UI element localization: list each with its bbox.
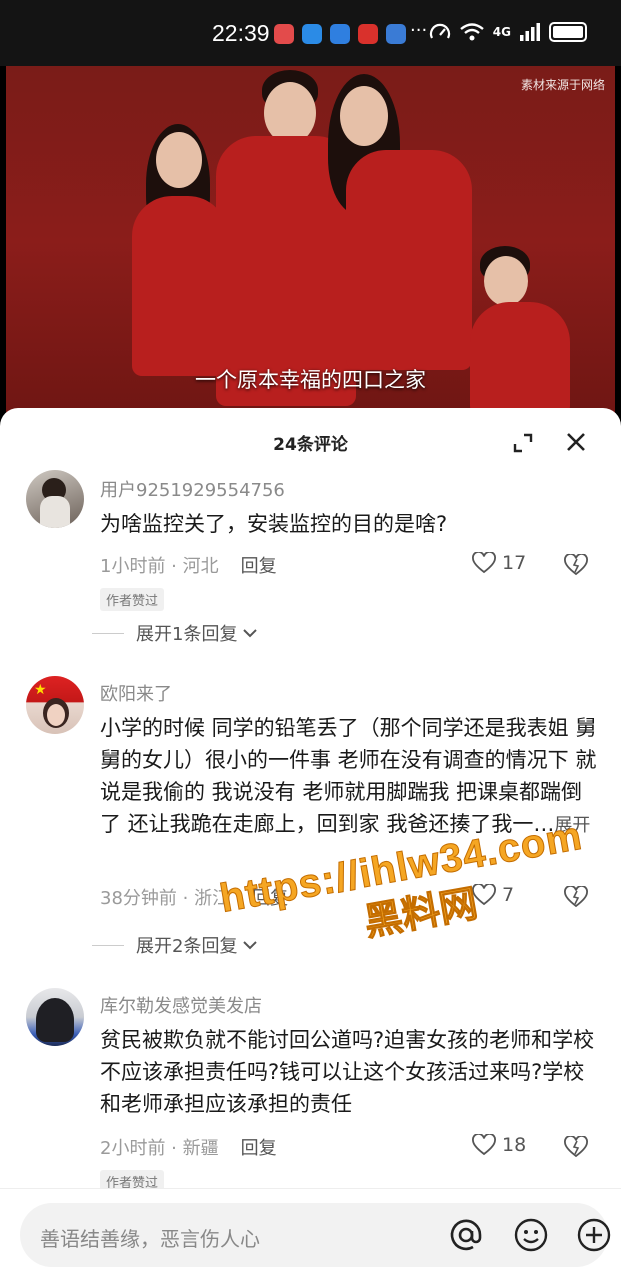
- boy-figure: [470, 302, 570, 416]
- comment-input[interactable]: 善语结善缘，恶言伤人心: [20, 1203, 611, 1267]
- comment-text[interactable]: 为啥监控关了，安装监控的目的是啥?: [100, 508, 600, 540]
- comment-meta: 1小时前 · 河北 回复: [100, 552, 277, 578]
- status-time: 22:39: [212, 20, 270, 46]
- dislike-icon[interactable]: [564, 554, 588, 576]
- status-indicators: 4G: [429, 22, 587, 42]
- plus-icon[interactable]: [576, 1217, 612, 1253]
- status-app-icons: [274, 24, 406, 44]
- girl-head: [156, 132, 202, 188]
- comment-time-location: 38分钟前 · 浙江: [100, 888, 231, 909]
- heart-icon: [472, 552, 496, 574]
- comment-time-location: 2小时前 · 新疆: [100, 1138, 219, 1159]
- star-icon: ★: [34, 682, 47, 698]
- like-button[interactable]: 17: [472, 552, 526, 574]
- video-player[interactable]: 素材来源于网络 一个原本幸福的四口之家: [6, 66, 615, 416]
- shield-app-icon: [330, 24, 350, 44]
- emoji-icon[interactable]: [513, 1217, 549, 1253]
- fullscreen-icon[interactable]: [512, 432, 534, 454]
- avatar[interactable]: [26, 470, 84, 528]
- more-notifications-icon: ···: [410, 20, 428, 41]
- comment-username[interactable]: 欧阳来了: [100, 680, 172, 706]
- message-app-icon: [302, 24, 322, 44]
- comment-input-placeholder: 善语结善缘，恶言伤人心: [40, 1227, 260, 1251]
- mention-icon[interactable]: [448, 1217, 484, 1253]
- comment-username[interactable]: 用户9251929554756: [100, 476, 285, 502]
- heart-icon: [472, 1134, 496, 1156]
- expand-replies-label: 展开2条回复: [136, 936, 238, 957]
- reply-button[interactable]: 回复: [241, 1138, 277, 1159]
- like-button[interactable]: 18: [472, 1134, 526, 1156]
- mother-head: [340, 86, 388, 146]
- author-liked-badge: 作者赞过: [100, 588, 165, 611]
- like-count: 18: [502, 1134, 527, 1156]
- father-head: [264, 82, 316, 144]
- comment-text-body: 小学的时候 同学的铅笔丢了（那个同学还是我表姐 舅舅的女儿）很小的一件事 老师在…: [100, 716, 597, 836]
- battery-icon: [549, 22, 587, 42]
- close-icon[interactable]: [564, 430, 588, 454]
- news-app-icon: [358, 24, 378, 44]
- chevron-down-icon: [243, 629, 258, 638]
- mother-figure: [346, 150, 472, 370]
- wifi-icon: [460, 23, 484, 41]
- expand-replies-label: 展开1条回复: [136, 624, 238, 645]
- browser-app-icon: [386, 24, 406, 44]
- comment-meta: 2小时前 · 新疆 回复: [100, 1134, 277, 1160]
- status-bar: 22:39 ··· 4G: [0, 0, 621, 66]
- girl-figure: [132, 196, 228, 376]
- speed-icon: [429, 23, 450, 39]
- comment-time-location: 1小时前 · 河北: [100, 556, 219, 577]
- network-type: 4G: [492, 25, 511, 39]
- comment-username[interactable]: 库尔勒发感觉美发店: [100, 992, 262, 1018]
- avatar[interactable]: ★: [26, 676, 84, 734]
- source-note: 素材来源于网络: [520, 78, 605, 92]
- comment-input-bar: 善语结善缘，恶言伤人心: [0, 1188, 621, 1280]
- video-subtitle: 一个原本幸福的四口之家: [195, 368, 426, 392]
- comment-text[interactable]: 贫民被欺负就不能讨回公道吗?迫害女孩的老师和学校不应该承担责任吗?钱可以让这个女…: [100, 1024, 600, 1120]
- expand-replies-button[interactable]: 展开1条回复: [100, 620, 259, 646]
- reply-button[interactable]: 回复: [241, 556, 277, 577]
- dislike-icon[interactable]: [564, 1136, 588, 1158]
- boy-head: [484, 256, 528, 306]
- like-count: 17: [502, 552, 527, 574]
- app-notification-icon: [274, 24, 294, 44]
- avatar[interactable]: [26, 988, 84, 1046]
- signal-icon: [520, 23, 540, 41]
